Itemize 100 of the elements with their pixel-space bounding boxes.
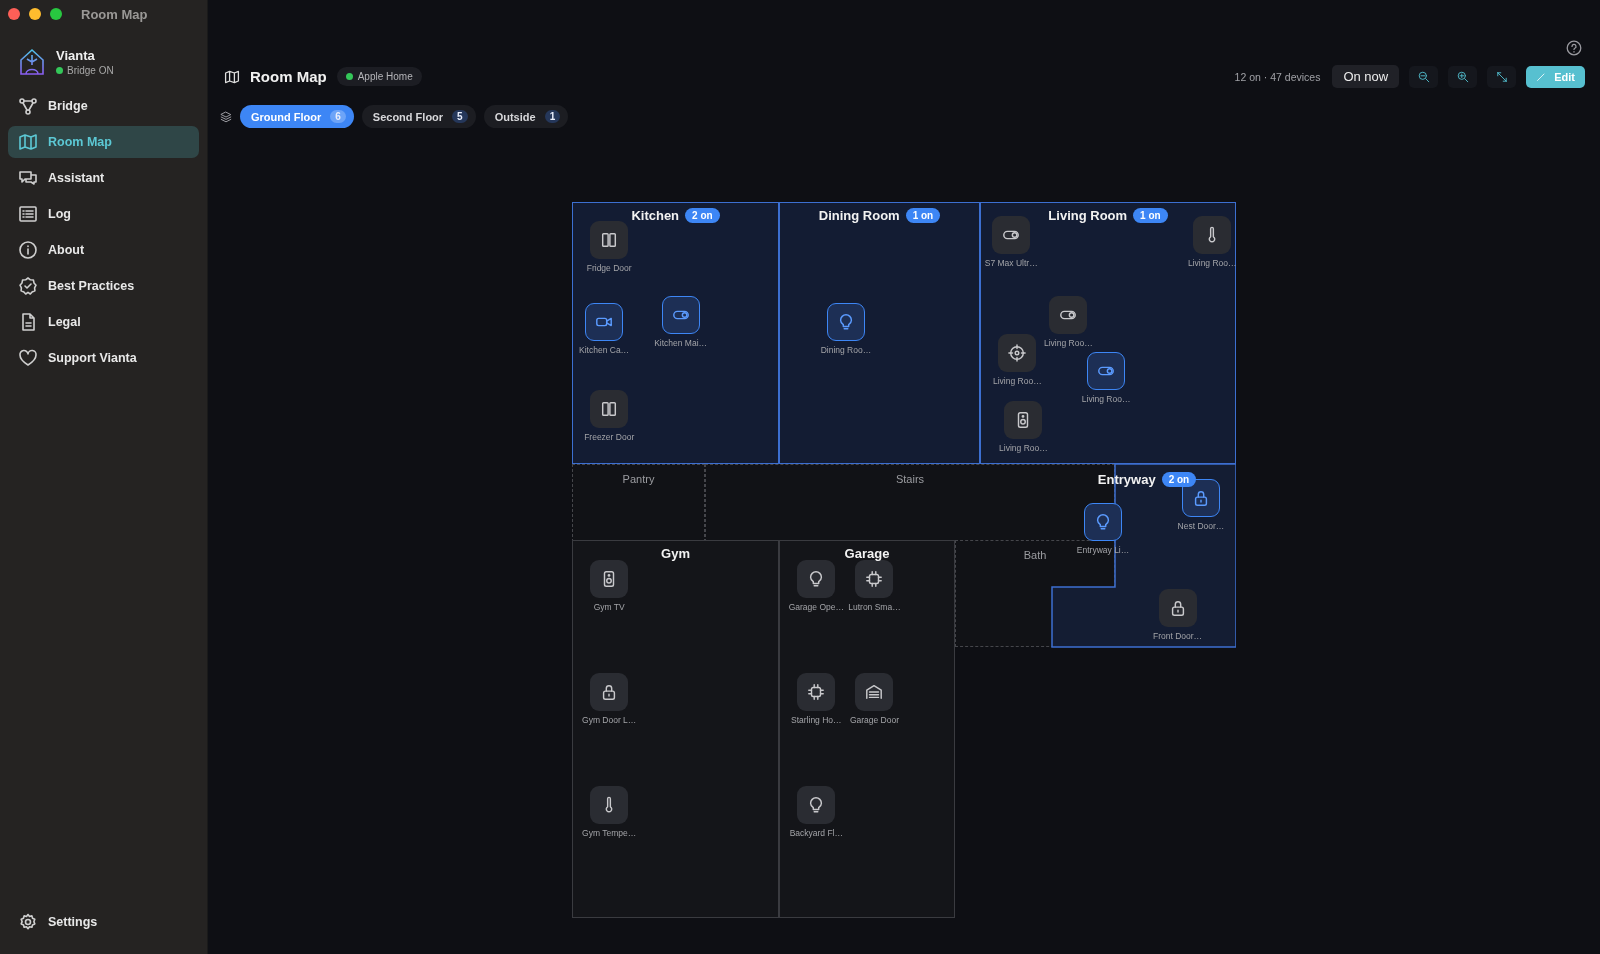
house-logo-icon (18, 47, 46, 77)
device-name: Living Roo… (999, 443, 1048, 454)
device-tile[interactable] (797, 559, 836, 598)
device-tile[interactable] (826, 303, 865, 342)
device-name: Freezer Door (584, 432, 635, 443)
device-count: 6 (330, 110, 346, 123)
floor-name: Second Floor (372, 110, 444, 123)
double-door-icon (600, 400, 619, 419)
device-tile[interactable] (992, 215, 1031, 254)
layers-icon (220, 110, 232, 123)
device-tile[interactable] (590, 220, 629, 259)
settings-icon (18, 912, 38, 932)
chip-icon (865, 569, 884, 588)
room-name: Kitchen (631, 207, 680, 223)
device-name: Front Door… (1152, 631, 1203, 642)
device-tile[interactable] (797, 672, 836, 711)
floor-tab[interactable]: Outside 1 (483, 105, 569, 128)
device-count: 5 (452, 110, 468, 123)
room-name: Pantry (622, 473, 655, 485)
device-tile[interactable] (1084, 503, 1123, 542)
device-tile[interactable] (661, 296, 700, 335)
device-tile[interactable] (1193, 215, 1232, 254)
device-name: Living Roo… (1081, 394, 1131, 405)
nav-item[interactable]: Legal (8, 306, 199, 338)
pencil-icon (1536, 71, 1547, 82)
info-icon (18, 240, 38, 260)
device-count: 1 (544, 110, 561, 123)
device-name: Dining Roo… (820, 345, 872, 356)
device-summary: 12 on · 47 devices (1234, 70, 1321, 83)
device-name: Kitchen Mai… (654, 338, 708, 349)
nav-item[interactable]: About (8, 234, 199, 266)
device-name: Living Roo… (1044, 338, 1093, 349)
device-tile[interactable] (797, 786, 836, 825)
minimize-window-button[interactable] (29, 8, 41, 20)
floor-name: Ground Floor (251, 110, 322, 123)
page-title: Room Map (250, 68, 327, 85)
list-icon (18, 204, 38, 224)
chat-bubbles-icon (18, 168, 38, 188)
graph-icon (18, 96, 38, 116)
device-tile[interactable] (590, 559, 629, 598)
nav-item[interactable]: Assistant (8, 162, 199, 194)
device-tile[interactable] (855, 559, 894, 598)
nav-item[interactable]: Room Map (8, 126, 199, 158)
device-tile[interactable] (998, 334, 1037, 373)
device-name: Starling Ho… (791, 714, 842, 725)
zoom-in-button[interactable] (1448, 65, 1478, 88)
device-tile[interactable] (855, 672, 894, 711)
floor-name: Outside (494, 110, 536, 123)
maximize-window-button[interactable] (50, 8, 62, 20)
device-tile[interactable] (590, 786, 629, 825)
on-now-button[interactable]: On now (1332, 65, 1400, 88)
room-name: Dining Room (818, 207, 900, 223)
settings-item[interactable]: Settings (8, 906, 199, 938)
nav-item[interactable]: Log (8, 198, 199, 230)
device-tile[interactable] (1004, 401, 1043, 440)
nav-item[interactable]: Best Practices (8, 270, 199, 302)
device-name: Garage Door (849, 714, 900, 725)
room-name: Entryway (1097, 471, 1156, 487)
device-tile[interactable] (585, 303, 624, 342)
zoom-out-icon (1417, 70, 1430, 83)
help-icon[interactable] (1566, 40, 1582, 56)
status-dot (345, 73, 353, 80)
zoom-in-icon (1456, 70, 1469, 83)
room-name: Living Room (1048, 207, 1128, 223)
device-name: Living Roo… (993, 376, 1042, 387)
device-name: Gym Tempe… (582, 828, 637, 839)
padlock-icon (1192, 488, 1210, 507)
nav-item[interactable]: Support Vianta (8, 342, 199, 374)
map-icon (18, 132, 38, 152)
device-name: Kitchen Ca… (579, 345, 630, 356)
bridge-status: Bridge ON (67, 65, 114, 76)
fit-button[interactable] (1487, 65, 1517, 88)
brand-name: Vianta (56, 48, 96, 63)
room-name: Stairs (895, 473, 925, 485)
window-title: Room Map (81, 6, 148, 22)
device-name: Lutron Sma… (848, 601, 901, 612)
close-window-button[interactable] (8, 8, 20, 20)
double-door-icon (600, 230, 619, 249)
device-tile[interactable] (590, 390, 629, 429)
crosshair-icon (1008, 344, 1027, 363)
diagonal-arrows-icon (1495, 70, 1508, 83)
room-name: Bath (1023, 549, 1047, 561)
floor-tab[interactable]: Second Floor 5 (361, 105, 476, 128)
device-name: Gym Door L… (582, 714, 637, 725)
device-tile[interactable] (1049, 296, 1088, 335)
device-name: Backyard Fl… (789, 828, 843, 839)
device-name: Nest Door… (1177, 520, 1225, 531)
garage-icon (865, 682, 884, 701)
nav-item[interactable]: Bridge (8, 90, 199, 122)
floor-tab[interactable]: Ground Floor 6 (240, 105, 354, 128)
room-name: Gym (661, 545, 690, 561)
zoom-out-button[interactable] (1409, 65, 1439, 88)
map-icon (224, 68, 240, 85)
device-name: S7 Max Ultr… (984, 257, 1038, 268)
device-tile[interactable] (1158, 589, 1197, 628)
device-name: Fridge Door (586, 262, 632, 273)
source-label: Apple Home (357, 71, 413, 82)
chip-icon (807, 682, 826, 701)
device-tile[interactable] (590, 672, 629, 711)
device-tile[interactable] (1087, 352, 1126, 391)
